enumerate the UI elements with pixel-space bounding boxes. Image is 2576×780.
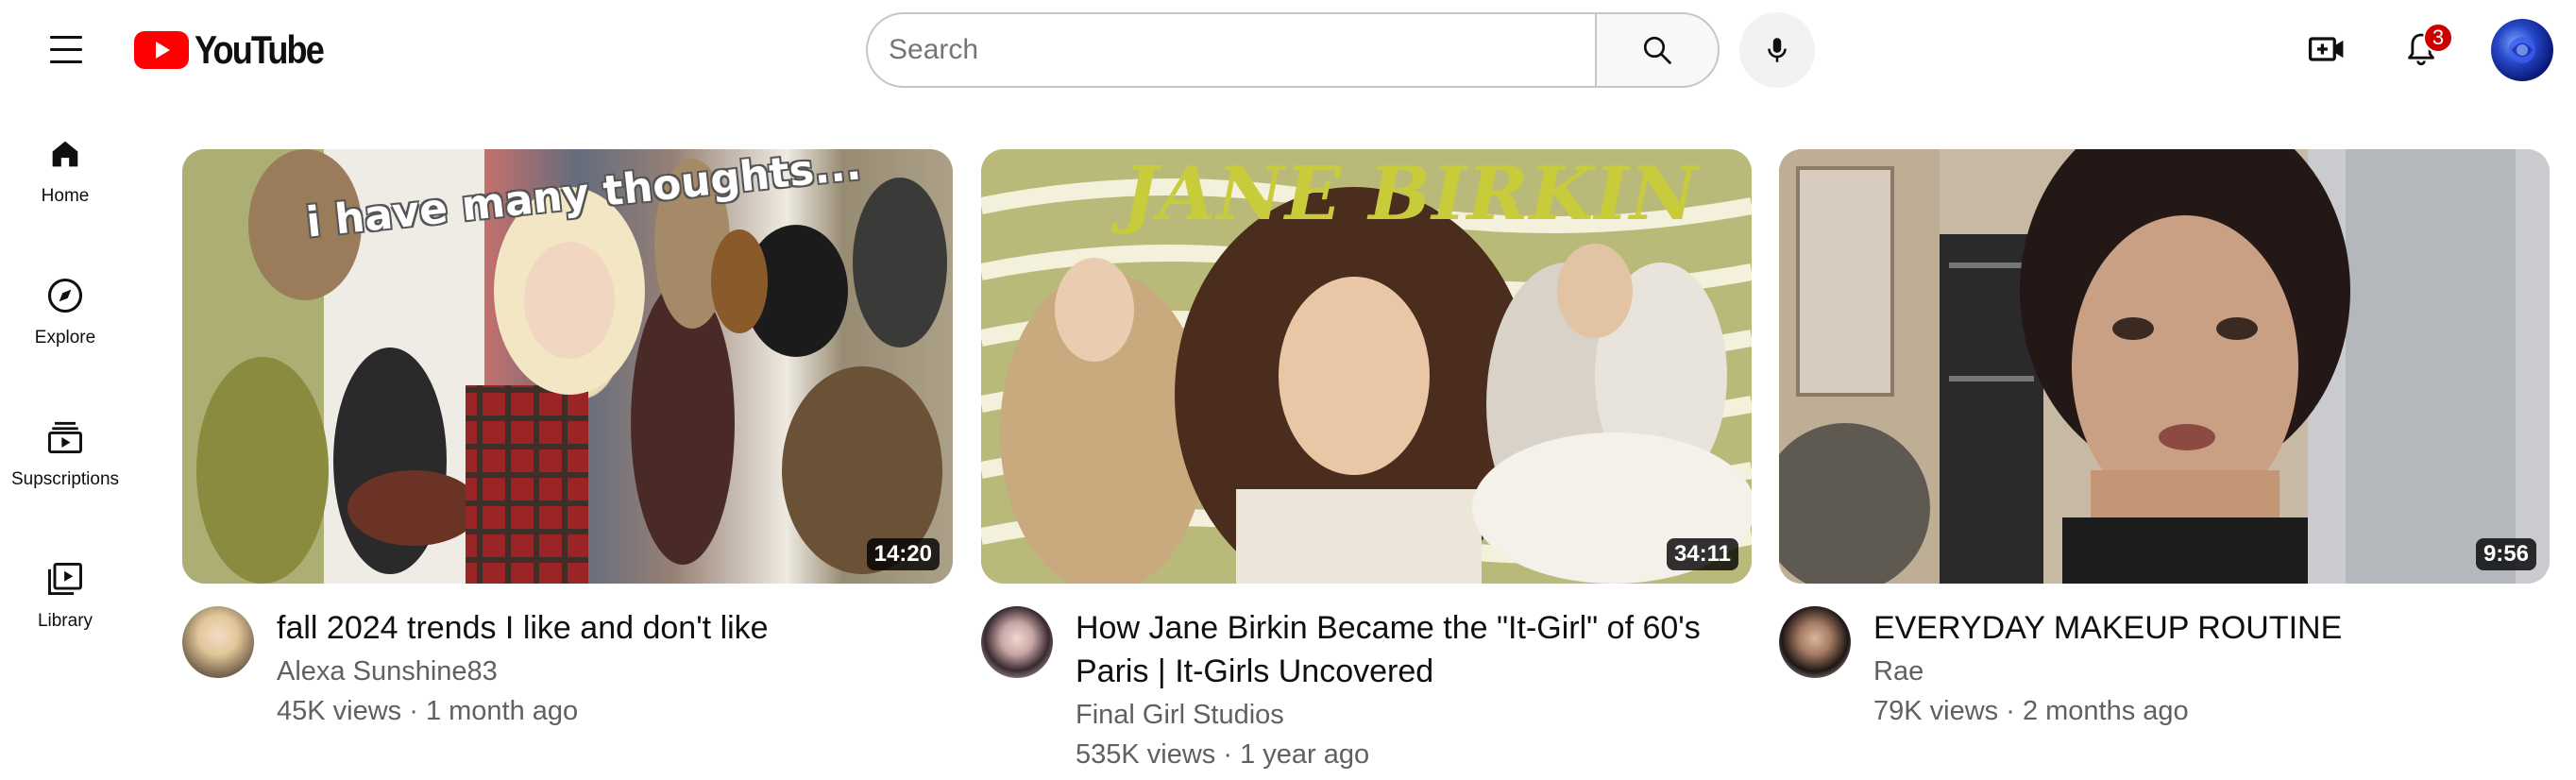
video-stats: 45K views · 1 month ago bbox=[277, 691, 949, 731]
video-details: EVERYDAY MAKEUP ROUTINE Rae 79K views · … bbox=[1779, 606, 2550, 731]
notification-count-badge: 3 bbox=[2423, 23, 2453, 53]
search-box bbox=[866, 12, 1720, 88]
video-stats: 79K views · 2 months ago bbox=[1873, 691, 2546, 731]
video-duration: 14:20 bbox=[866, 538, 940, 570]
channel-avatar[interactable] bbox=[1779, 606, 1851, 678]
search-icon bbox=[1643, 36, 1671, 64]
video-thumbnail[interactable]: JANE BIRKIN 34:11 bbox=[981, 149, 1752, 584]
channel-name[interactable]: Final Girl Studios bbox=[1076, 695, 1748, 735]
sidebar-item-explore[interactable]: Explore bbox=[0, 246, 130, 378]
view-count: 45K views bbox=[277, 696, 402, 726]
video-details: fall 2024 trends I like and don't like A… bbox=[182, 606, 953, 731]
channel-name[interactable]: Alexa Sunshine83 bbox=[277, 652, 949, 691]
view-count: 535K views bbox=[1076, 739, 1216, 770]
voice-search-button[interactable] bbox=[1739, 12, 1815, 88]
sidebar-item-home[interactable]: Home bbox=[0, 104, 130, 236]
separator-dot: · bbox=[1223, 739, 1241, 770]
youtube-play-icon bbox=[134, 31, 189, 69]
home-icon bbox=[52, 141, 78, 167]
video-card: JANE BIRKIN 34:11 How Jane Birkin Became… bbox=[981, 149, 1752, 774]
video-title[interactable]: fall 2024 trends I like and don't like bbox=[277, 606, 949, 650]
thumbnail-overlay-text: JANE BIRKIN bbox=[1123, 151, 1699, 237]
microphone-icon bbox=[1768, 38, 1787, 62]
video-thumbnail[interactable]: i have many thoughts... 14:20 bbox=[182, 149, 953, 584]
video-add-icon bbox=[2308, 37, 2344, 61]
guide-menu-button[interactable] bbox=[34, 17, 98, 81]
sidebar-item-label: Home bbox=[41, 186, 90, 206]
hamburger-icon bbox=[50, 35, 82, 39]
separator-dot: · bbox=[409, 696, 426, 726]
channel-name[interactable]: Rae bbox=[1873, 652, 2546, 691]
sidebar-item-label: Explore bbox=[34, 328, 96, 348]
sidebar-item-label: Supscriptions bbox=[10, 469, 120, 489]
video-stats: 535K views · 1 year ago bbox=[1076, 735, 1748, 774]
view-count: 79K views bbox=[1873, 696, 1999, 726]
logo-wordmark: YouTube bbox=[195, 27, 325, 72]
sidebar-item-library[interactable]: Library bbox=[0, 529, 130, 661]
video-duration: 34:11 bbox=[1666, 538, 1738, 570]
room-decoration bbox=[1779, 149, 2550, 584]
rose-avatar-icon bbox=[2509, 37, 2535, 63]
upload-age: 1 month ago bbox=[425, 696, 579, 726]
library-icon bbox=[48, 562, 82, 596]
search-input[interactable] bbox=[866, 12, 1595, 88]
channel-avatar[interactable] bbox=[981, 606, 1053, 678]
video-card: i have many thoughts... 14:20 fall 2024 … bbox=[182, 149, 953, 731]
video-details: How Jane Birkin Became the "It-Girl" of … bbox=[981, 606, 1752, 774]
video-title[interactable]: How Jane Birkin Became the "It-Girl" of … bbox=[1076, 606, 1748, 693]
subscriptions-icon bbox=[48, 421, 82, 454]
youtube-logo[interactable]: YouTube bbox=[134, 27, 344, 72]
separator-dot: · bbox=[2006, 696, 2023, 726]
upload-age: 2 months ago bbox=[2022, 696, 2189, 726]
video-card: 9:56 EVERYDAY MAKEUP ROUTINE Rae 79K vie… bbox=[1779, 149, 2550, 731]
video-title[interactable]: EVERYDAY MAKEUP ROUTINE bbox=[1873, 606, 2546, 650]
sidebar-item-subscriptions[interactable]: Supscriptions bbox=[0, 387, 130, 519]
create-video-button[interactable] bbox=[2295, 17, 2359, 81]
account-avatar[interactable] bbox=[2491, 19, 2553, 81]
upload-age: 1 year ago bbox=[1240, 739, 1370, 770]
notifications-button[interactable]: 3 bbox=[2389, 17, 2453, 81]
search-button[interactable] bbox=[1595, 12, 1720, 88]
channel-avatar[interactable] bbox=[182, 606, 254, 678]
video-duration: 9:56 bbox=[2475, 538, 2536, 570]
compass-icon bbox=[47, 278, 83, 314]
masthead: YouTube 3 bbox=[0, 0, 2576, 102]
sidebar-item-label: Library bbox=[37, 611, 93, 631]
video-thumbnail[interactable]: 9:56 bbox=[1779, 149, 2550, 584]
